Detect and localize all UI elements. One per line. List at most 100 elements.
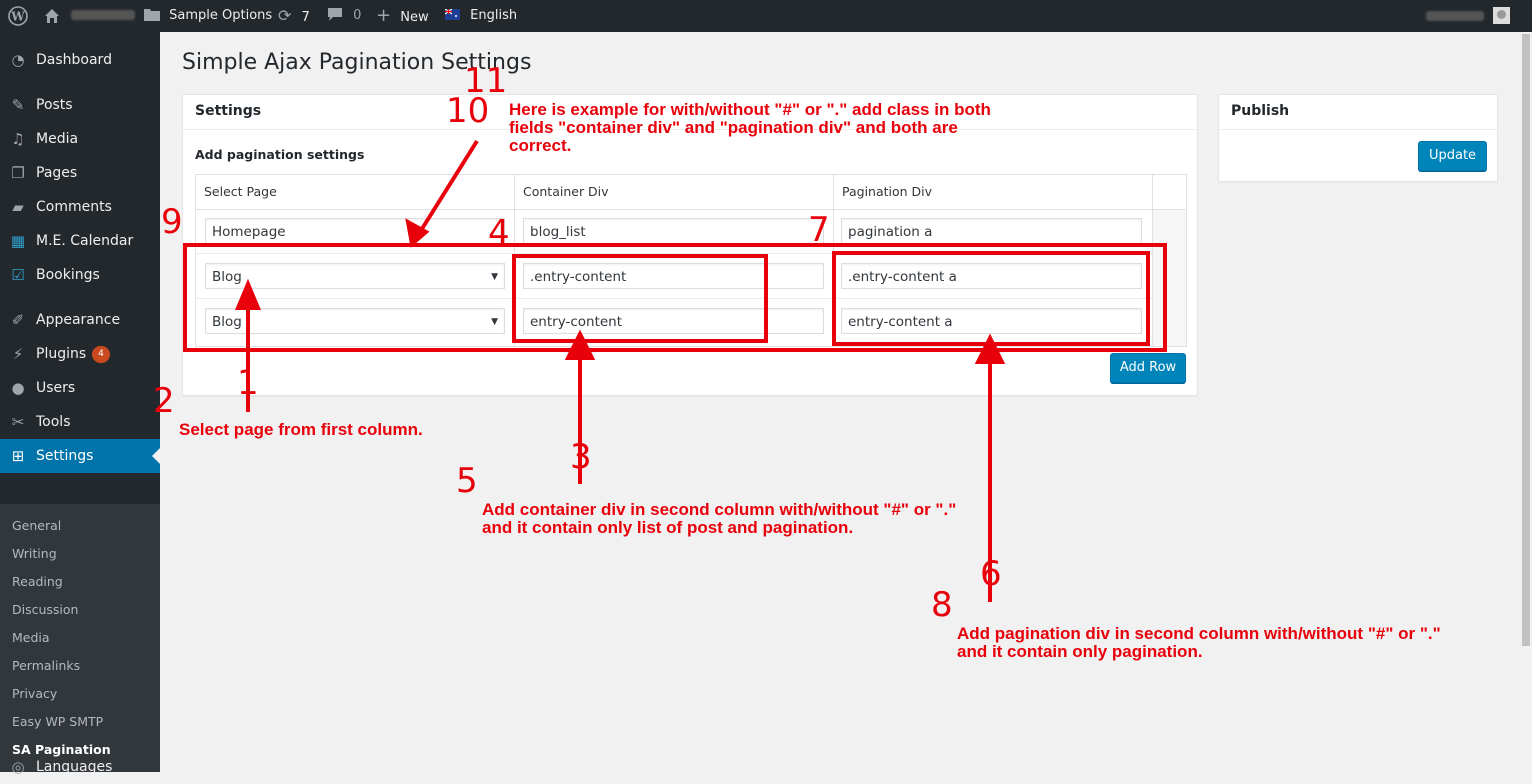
publish-box-title: Publish — [1231, 103, 1290, 119]
updates-count: 7 — [301, 10, 310, 25]
account-name[interactable] — [1426, 0, 1484, 32]
submenu-permalinks[interactable]: Permalinks — [12, 658, 80, 673]
annotation-number-4: 4 — [488, 213, 510, 253]
folder-icon — [144, 9, 160, 21]
annotation-number-9: 9 — [161, 202, 183, 242]
settings-box-title: Settings — [195, 103, 262, 119]
plugin-icon: ⚡ — [12, 345, 24, 363]
plugins-label: Plugins — [36, 346, 87, 362]
comment-icon: ▰ — [12, 198, 24, 216]
brush-icon: ✐ — [11, 311, 25, 329]
sidebar-item-label: Comments — [36, 199, 112, 215]
annotation-note-pagination: Add pagination div in second column with… — [957, 624, 1441, 661]
sidebar-item-languages[interactable]: ◎ Languages — [0, 750, 160, 784]
annotation-number-8: 8 — [931, 585, 953, 625]
avatar[interactable] — [1493, 7, 1510, 24]
submenu-easy-wp-smtp[interactable]: Easy WP SMTP — [12, 714, 103, 729]
sidebar-item-comments[interactable]: ▰ Comments — [0, 190, 160, 224]
dashboard-icon: ◔ — [11, 51, 25, 69]
row3-page-value: Blog — [212, 314, 242, 330]
sidebar-item-users[interactable]: ● Users — [0, 371, 160, 405]
media-icon: ♫ — [11, 130, 25, 148]
add-row-button[interactable]: Add Row — [1110, 353, 1186, 383]
annotation-number-11: 11 — [464, 61, 508, 101]
sidebar-item-label: Languages — [36, 759, 113, 775]
submenu-writing[interactable]: Writing — [12, 546, 57, 561]
sidebar-item-plugins[interactable]: ⚡ Plugins 4 — [0, 337, 160, 371]
pin-icon: ✎ — [11, 96, 25, 114]
site-options-link[interactable]: Sample Options — [143, 0, 272, 32]
column-header-pagination-div: Pagination Div — [842, 184, 933, 199]
row2-page-select[interactable]: Blog ▼ — [205, 263, 505, 289]
submenu-general[interactable]: General — [12, 518, 61, 533]
sidebar-item-label: Posts — [36, 97, 73, 113]
comments-link[interactable]: 0 — [327, 0, 361, 32]
sidebar-item-label: Dashboard — [36, 52, 112, 68]
sidebar-item-appearance[interactable]: ✐ Appearance — [0, 303, 160, 337]
sidebar-item-bookings[interactable]: ☑ Bookings — [0, 258, 160, 292]
languages-icon: ◎ — [11, 758, 25, 776]
submenu-privacy[interactable]: Privacy — [12, 686, 57, 701]
sidebar-item-label: Users — [36, 380, 76, 396]
users-icon: ● — [11, 379, 25, 397]
row3-container-input[interactable]: entry-content — [523, 308, 824, 334]
new-label: New — [400, 10, 429, 25]
svg-text:W: W — [10, 10, 25, 24]
column-header-select-page: Select Page — [204, 184, 277, 199]
annotation-note-container: Add container div in second column with/… — [482, 500, 957, 537]
sidebar-item-label: Tools — [36, 414, 71, 430]
settings-submenu: General Writing Reading Discussion Media… — [0, 504, 160, 772]
sidebar-item-pages[interactable]: ❐ Pages — [0, 156, 160, 190]
sidebar-item-label: Settings — [36, 448, 94, 464]
row1-container-input[interactable]: blog_list — [523, 218, 824, 244]
comments-count: 0 — [353, 8, 362, 23]
annotation-number-1: 1 — [237, 363, 259, 403]
submenu-discussion[interactable]: Discussion — [12, 602, 78, 617]
scrollbar-thumb[interactable] — [1522, 34, 1530, 646]
row2-page-value: Blog — [212, 269, 242, 285]
annotation-note-example: Here is example for with/without "#" or … — [509, 100, 991, 155]
wrench-icon: ✂ — [11, 413, 25, 431]
update-button[interactable]: Update — [1418, 141, 1487, 171]
bookings-icon: ☑ — [11, 266, 25, 284]
row2-container-input[interactable]: .entry-content — [523, 263, 824, 289]
row3-pagination-input[interactable]: entry-content a — [841, 308, 1142, 334]
language-label: English — [470, 8, 518, 23]
row1-pagination-input[interactable]: pagination a — [841, 218, 1142, 244]
section-label: Add pagination settings — [195, 147, 365, 162]
calendar-icon: ▦ — [10, 232, 26, 250]
comment-bubble-icon — [328, 8, 342, 21]
site-options-label: Sample Options — [169, 8, 273, 23]
column-header-container-div: Container Div — [523, 184, 609, 199]
sidebar-item-posts[interactable]: ✎ Posts — [0, 88, 160, 122]
sidebar-item-tools[interactable]: ✂ Tools — [0, 405, 160, 439]
sidebar-item-label: Bookings — [36, 267, 100, 283]
sidebar-item-media[interactable]: ♫ Media — [0, 122, 160, 156]
settings-icon: ⊞ — [11, 447, 25, 465]
row2-pagination-input[interactable]: .entry-content a — [841, 263, 1142, 289]
wordpress-logo-icon[interactable]: W — [8, 0, 28, 32]
annotation-number-5: 5 — [456, 461, 478, 501]
language-switcher[interactable]: English — [444, 0, 518, 32]
annotation-number-7: 7 — [808, 210, 830, 250]
sidebar-item-label: Pages — [36, 165, 78, 181]
admin-bar: W Sample Options ⟳ 7 0 + New English — [0, 0, 1532, 32]
sidebar-item-label: Plugins 4 — [36, 337, 110, 371]
annotation-number-6: 6 — [980, 554, 1002, 594]
sidebar-item-me-calendar[interactable]: ▦ M.E. Calendar — [0, 224, 160, 258]
sidebar-item-label: Appearance — [36, 312, 121, 328]
new-content-link[interactable]: + New — [376, 0, 429, 32]
pages-icon: ❐ — [11, 164, 25, 182]
row3-page-select[interactable]: Blog ▼ — [205, 308, 505, 334]
sidebar-item-dashboard[interactable]: ◔ Dashboard — [0, 43, 160, 77]
publish-box: Publish Update — [1218, 94, 1498, 182]
updates-link[interactable]: ⟳ 7 — [278, 0, 310, 32]
site-home-link[interactable] — [43, 0, 136, 32]
page-scrollbar[interactable] — [1520, 32, 1532, 768]
submenu-media[interactable]: Media — [12, 630, 50, 645]
refresh-icon: ⟳ — [278, 6, 292, 25]
chevron-down-icon: ▼ — [491, 317, 498, 327]
submenu-reading[interactable]: Reading — [12, 574, 63, 589]
row1-page-input[interactable]: Homepage — [205, 218, 505, 244]
sidebar-item-settings[interactable]: ⊞ Settings — [0, 439, 160, 473]
